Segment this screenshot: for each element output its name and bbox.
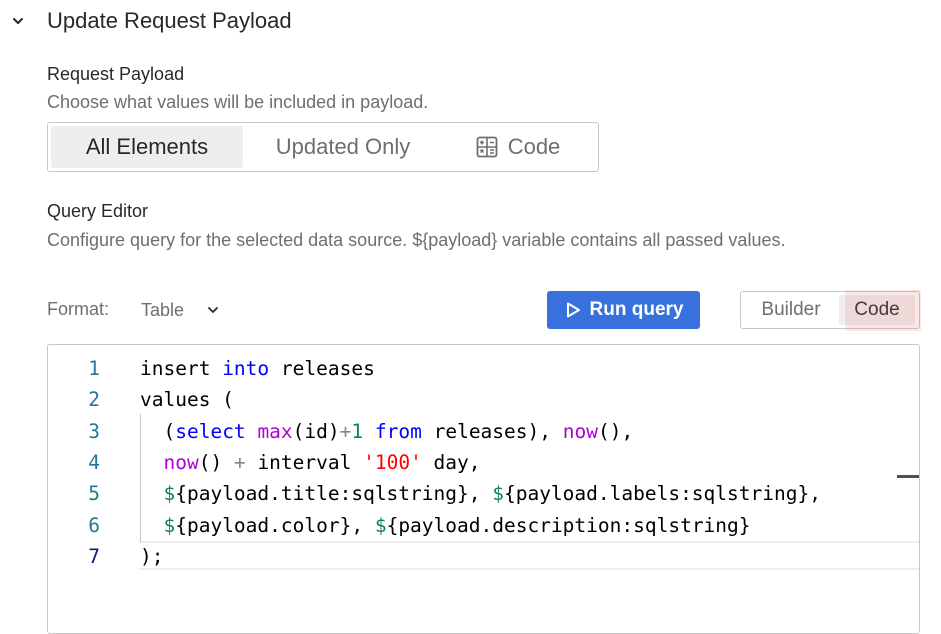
code-editor[interactable]: 1 insert into releases 2 values ( 3 (select … [47,344,920,634]
code-line[interactable]: 6 ${payload.color}, ${payload.descriptio… [48,510,919,541]
line-number: 1 [88,357,100,380]
mode-label: Code [854,299,900,320]
code-token: from [374,419,422,443]
section-toggle-chevron-down-icon[interactable] [9,12,27,30]
line-number: 2 [88,388,100,412]
code-line[interactable]: 4 now() + interval '100' day, [48,447,919,478]
mode-code[interactable]: Code [839,295,915,325]
payload-mode-radio-group: All Elements Updated Only Code [47,122,599,172]
code-token: ( [140,419,176,443]
code-token: + [233,450,246,474]
line-number: 4 [88,450,100,474]
code-line[interactable]: 2 values ( [48,384,919,415]
request-payload-description: Choose what values will be included in p… [47,92,429,112]
mode-label: Builder [761,299,821,320]
option-label: Code [507,134,561,159]
mode-builder[interactable]: Builder [743,295,839,325]
code-token: 1 [351,419,364,443]
line-number: 6 [88,513,100,537]
code-token: (id) [292,419,340,443]
section-title[interactable]: Update Request Payload [47,8,292,34]
run-query-button[interactable]: Run query [547,291,700,329]
code-token: select [175,419,246,443]
option-label: Updated Only [275,134,411,159]
code-text: insert into releases [140,353,375,384]
query-editor-label: Query Editor [47,201,149,221]
payload-option-all-elements[interactable]: All Elements [51,126,243,168]
payload-option-code[interactable]: Code [443,126,593,168]
code-line[interactable]: 1 insert into releases [48,353,919,384]
code-token: now [163,450,199,474]
request-payload-label: Request Payload [47,64,185,84]
code-token: $ [163,513,176,537]
code-token: $ [374,513,387,537]
code-token: interval [245,450,364,474]
format-select[interactable]: Table [141,296,220,324]
chevron-down-icon [206,303,220,317]
code-line[interactable]: 3 (select max(id)+1 from releases), now(… [48,416,919,447]
editor-mode-toggle: Builder Code [740,291,920,329]
code-token: {payload.labels:sqlstring}, [503,482,821,506]
code-token: ); [140,544,164,568]
code-text: ); [140,541,163,572]
line-number: 5 [88,482,100,506]
code-token: into [222,357,270,380]
code-token: {payload.color}, [175,513,375,537]
code-text: ${payload.color}, ${payload.description:… [140,510,751,541]
format-value: Table [141,299,185,320]
code-token: () [198,450,234,474]
code-token: (), [597,419,634,443]
code-text: ${payload.title:sqlstring}, ${payload.la… [140,478,821,509]
code-text: values ( [140,384,234,415]
query-editor-description: Configure query for the selected data so… [47,230,786,250]
run-query-label: Run query [589,299,684,320]
play-icon [564,301,582,319]
code-token: {payload.description:sqlstring} [386,513,751,537]
code-token: $ [163,482,176,506]
code-token: max [257,419,293,443]
calculator-icon [476,136,498,158]
code-line[interactable]: 5 ${payload.title:sqlstring}, ${payload.… [48,478,919,509]
code-token: $ [492,482,504,506]
payload-option-updated-only[interactable]: Updated Only [243,126,443,168]
code-token: '100' [363,450,422,474]
format-label: Format: [47,299,110,319]
code-line[interactable]: 7); [48,541,919,572]
option-label: All Elements [85,134,209,159]
code-token: day, [421,450,481,474]
code-token: now [562,419,598,443]
line-number: 3 [88,419,100,443]
code-token: releases [269,357,375,380]
line-number: 7 [88,544,100,568]
code-token: + [339,419,352,443]
code-text: now() + interval '100' day, [140,447,481,478]
code-token: releases), [421,419,563,443]
code-token: {payload.title:sqlstring}, [175,482,493,506]
code-token: insert [140,357,223,380]
code-text: (select max(id)+1 from releases), now(), [140,416,633,447]
code-token: values ( [140,388,234,412]
